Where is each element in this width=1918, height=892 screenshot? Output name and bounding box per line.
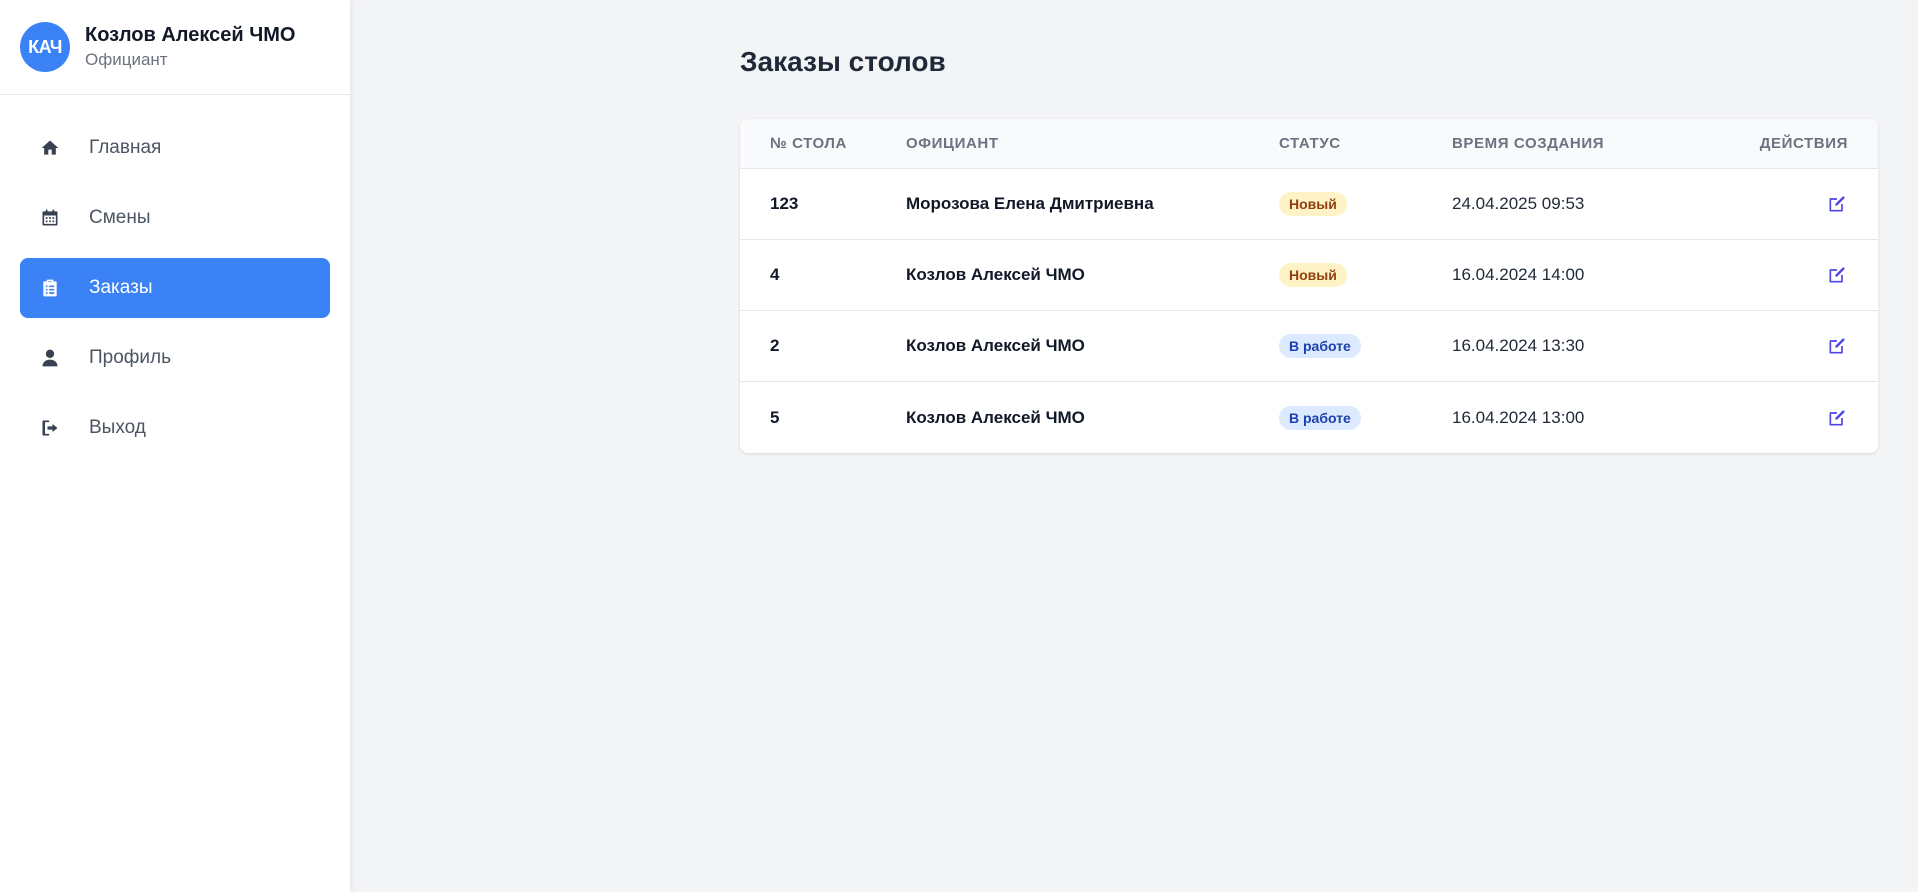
sidebar-nav: Главная Смены Заказы Профиль Выход xyxy=(0,95,350,458)
table-row: 2 Козлов Алексей ЧМО В работе 16.04.2024… xyxy=(740,311,1878,382)
edit-icon[interactable] xyxy=(1826,407,1848,429)
logout-icon xyxy=(38,416,62,440)
status-badge: Новый xyxy=(1279,263,1347,287)
calendar-icon xyxy=(38,206,62,230)
sidebar-item-label: Выход xyxy=(89,417,146,438)
avatar[interactable]: КАЧ xyxy=(20,22,70,72)
sidebar-item-label: Профиль xyxy=(89,347,172,368)
page-title: Заказы столов xyxy=(740,46,946,77)
actions-cell xyxy=(1752,335,1878,357)
table-number: 2 xyxy=(770,336,780,355)
edit-icon[interactable] xyxy=(1826,193,1848,215)
user-icon xyxy=(38,346,62,370)
column-header-table-number: № стола xyxy=(770,135,847,152)
main-content: Заказы столов № стола Официант Статус Вр… xyxy=(740,0,1878,453)
user-role: Официант xyxy=(85,50,168,69)
created-time: 16.04.2024 13:00 xyxy=(1452,407,1585,427)
sidebar-item-home[interactable]: Главная xyxy=(20,118,330,178)
sidebar-item-orders[interactable]: Заказы xyxy=(20,258,330,318)
actions-cell xyxy=(1752,407,1878,429)
status-badge: Новый xyxy=(1279,192,1347,216)
column-header-created: Время создания xyxy=(1452,135,1605,152)
edit-icon[interactable] xyxy=(1826,335,1848,357)
actions-cell xyxy=(1752,264,1878,286)
actions-cell xyxy=(1752,193,1878,215)
sidebar-item-label: Главная xyxy=(89,137,162,158)
created-time: 16.04.2024 14:00 xyxy=(1452,265,1585,284)
table-number: 4 xyxy=(770,265,780,284)
created-time: 16.04.2024 13:30 xyxy=(1452,336,1585,355)
status-cell: Новый xyxy=(1279,192,1452,216)
table-row: 5 Козлов Алексей ЧМО В работе 16.04.2024… xyxy=(740,382,1878,453)
created-time: 24.04.2025 09:53 xyxy=(1452,194,1585,213)
orders-table: № стола Официант Статус Время создания Д… xyxy=(740,119,1878,453)
table-number: 5 xyxy=(770,407,780,427)
column-header-waiter: Официант xyxy=(906,135,999,152)
status-cell: В работе xyxy=(1279,334,1452,358)
clipboard-icon xyxy=(38,276,62,300)
column-header-status: Статус xyxy=(1279,135,1341,152)
table-header: № стола Официант Статус Время создания Д… xyxy=(740,119,1878,169)
waiter-name: Козлов Алексей ЧМО xyxy=(906,265,1085,284)
sidebar-item-shifts[interactable]: Смены xyxy=(20,188,330,248)
waiter-name: Козлов Алексей ЧМО xyxy=(906,336,1085,355)
table-row: 123 Морозова Елена Дмитриевна Новый 24.0… xyxy=(740,169,1878,240)
column-header-actions: Действия xyxy=(1759,135,1848,152)
sidebar-item-profile[interactable]: Профиль xyxy=(20,328,330,388)
sidebar-item-label: Смены xyxy=(89,207,151,228)
table-row: 4 Козлов Алексей ЧМО Новый 16.04.2024 14… xyxy=(740,240,1878,311)
status-badge: В работе xyxy=(1279,405,1361,430)
home-icon xyxy=(38,136,62,160)
status-cell: В работе xyxy=(1279,405,1452,430)
waiter-name: Козлов Алексей ЧМО xyxy=(906,407,1085,427)
table-number: 123 xyxy=(770,194,799,213)
waiter-name: Морозова Елена Дмитриевна xyxy=(906,194,1154,213)
status-cell: Новый xyxy=(1279,263,1452,287)
status-badge: В работе xyxy=(1279,334,1361,358)
user-name: Козлов Алексей ЧМО xyxy=(85,24,296,46)
sidebar: КАЧ Козлов Алексей ЧМО Официант Главная … xyxy=(0,0,350,892)
sidebar-item-label: Заказы xyxy=(89,277,153,298)
edit-icon[interactable] xyxy=(1826,264,1848,286)
user-info: Козлов Алексей ЧМО Официант xyxy=(85,22,295,72)
user-block: КАЧ Козлов Алексей ЧМО Официант xyxy=(0,0,350,95)
sidebar-item-logout[interactable]: Выход xyxy=(20,398,330,458)
